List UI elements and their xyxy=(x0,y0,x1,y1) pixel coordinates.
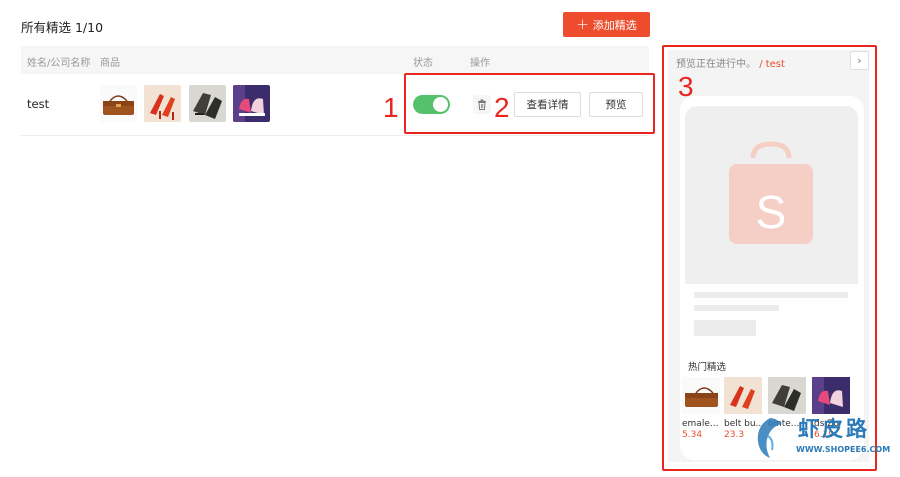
annotation-box-actions xyxy=(404,73,655,134)
product-thumb-kids-shoes[interactable] xyxy=(233,85,270,122)
col-status: 状态 xyxy=(413,58,433,69)
page-title: 所有精选 1/10 xyxy=(21,20,104,35)
annotation-number-3: 3 xyxy=(678,71,694,102)
plus-icon: + xyxy=(576,15,589,33)
product-thumb-bag[interactable] xyxy=(100,85,137,122)
product-thumb-shoes[interactable] xyxy=(189,85,226,122)
product-thumb-heels[interactable] xyxy=(144,85,181,122)
watermark-url: WWW.SHOPEE6.COM xyxy=(796,445,891,454)
col-name: 姓名/公司名称 xyxy=(27,58,91,69)
col-products: 商品 xyxy=(100,58,120,69)
watermark-logo xyxy=(752,416,788,460)
watermark-text: 虾皮路 xyxy=(798,417,870,441)
row-name: test xyxy=(27,97,50,111)
col-actions: 操作 xyxy=(470,58,490,69)
add-selection-button[interactable]: + 添加精选 xyxy=(563,12,650,37)
add-selection-label: 添加精选 xyxy=(592,18,637,32)
annotation-box-preview xyxy=(662,45,877,471)
annotation-number-2: 2 xyxy=(494,92,510,123)
table-header: 姓名/公司名称 商品 状态 操作 xyxy=(21,46,649,74)
annotation-number-1: 1 xyxy=(383,92,399,123)
row-divider xyxy=(21,135,649,136)
